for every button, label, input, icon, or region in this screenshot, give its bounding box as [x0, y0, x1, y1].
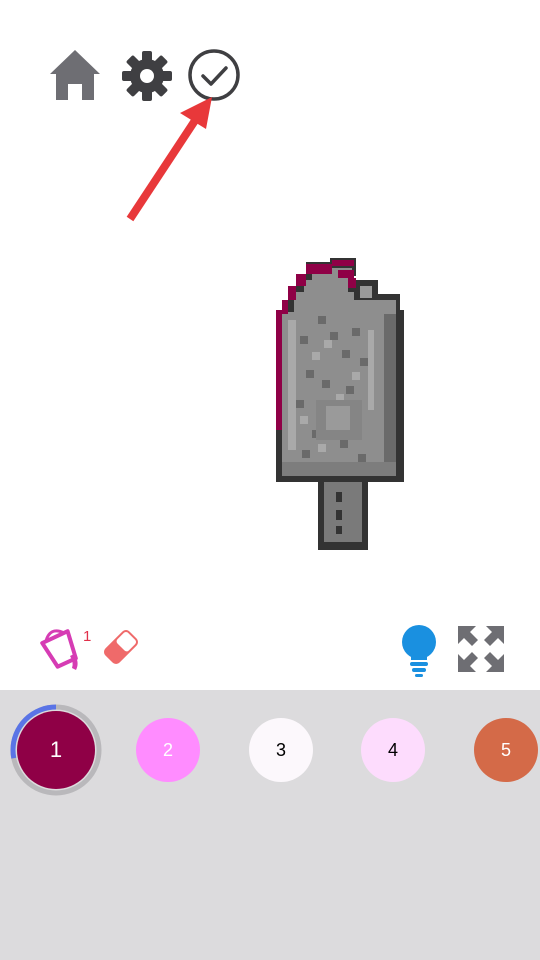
- swatch-number: 1: [49, 737, 63, 762]
- expand-icon[interactable]: [456, 624, 506, 674]
- tool-row: 1: [0, 610, 540, 680]
- color-swatch-1[interactable]: 1: [17, 711, 95, 789]
- eraser-icon[interactable]: [98, 624, 144, 670]
- pixel-art-canvas[interactable]: [0, 240, 540, 570]
- popsicle-artwork[interactable]: [0, 240, 540, 570]
- home-icon[interactable]: [48, 48, 102, 102]
- swatch-number: 3: [275, 739, 286, 760]
- swatch-number: 2: [162, 739, 173, 760]
- color-swatch-3[interactable]: 3: [249, 718, 313, 782]
- lightbulb-icon[interactable]: [398, 622, 440, 678]
- color-swatch-5[interactable]: 5: [474, 718, 538, 782]
- swatch-number: 5: [500, 739, 511, 760]
- paint-bucket-icon[interactable]: [36, 624, 84, 672]
- color-palette: 1 2 3 4 5: [0, 690, 540, 960]
- color-swatch-4[interactable]: 4: [361, 718, 425, 782]
- top-toolbar: [0, 0, 540, 222]
- bucket-count-badge: 1: [83, 628, 92, 645]
- pointer-arrow-icon: [126, 97, 212, 222]
- swatch-number: 4: [387, 739, 398, 760]
- color-swatch-2[interactable]: 2: [136, 718, 200, 782]
